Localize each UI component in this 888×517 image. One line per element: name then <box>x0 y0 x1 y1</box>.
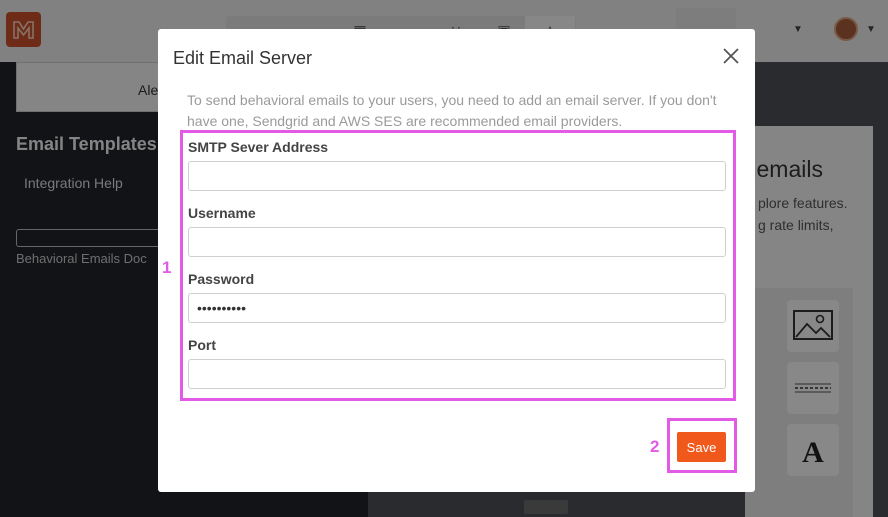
close-button[interactable] <box>721 46 741 66</box>
dialog-title: Edit Email Server <box>173 48 313 68</box>
annotation-box-fields <box>180 130 736 401</box>
annotation-box-save <box>667 418 737 473</box>
annotation-label: 1 <box>162 258 172 277</box>
close-icon <box>723 48 739 64</box>
dialog-description: To send behavioral emails to your users,… <box>187 92 717 129</box>
annotation-label: 2 <box>650 437 660 456</box>
